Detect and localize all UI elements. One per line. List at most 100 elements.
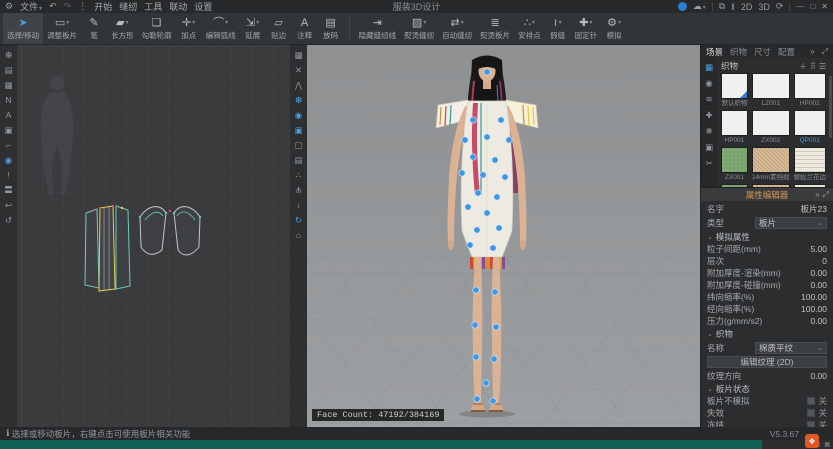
viewport-tool-icon[interactable]: ⌂ [292, 229, 305, 241]
window-control-button[interactable]: — [796, 2, 804, 11]
viewport-tool-icon[interactable]: ✕ [292, 64, 305, 76]
library-category-icon[interactable]: ✂ [703, 157, 716, 169]
viewport-tool-icon[interactable]: ∴ [292, 169, 305, 181]
property-value[interactable]: 100.00 [801, 304, 827, 314]
right-panel-tab[interactable]: 织物 [730, 46, 747, 58]
right-panel-tab[interactable]: 场景 [706, 46, 723, 58]
undo-icon[interactable]: ↶ [49, 1, 57, 12]
fabric-item[interactable]: 蜈蚣兰花边 [794, 147, 827, 182]
expand-icon[interactable]: ⤢ [822, 47, 828, 57]
window-control-button[interactable]: □ [810, 2, 815, 11]
toolbar-tool[interactable]: ▤▾ 放码 [318, 13, 344, 44]
right-panel-tab[interactable]: 配置 [778, 46, 795, 58]
toolbar-tool[interactable]: ⚙▾ 模拟 [601, 13, 627, 44]
pattern-tool-icon[interactable]: ↺ [2, 214, 15, 226]
pattern-2d-canvas[interactable] [0, 45, 290, 427]
menu-item[interactable]: 缝纫 [119, 0, 137, 13]
collapse-icon[interactable]: » [815, 190, 819, 200]
viewport-tool-icon[interactable]: ❆ [292, 94, 305, 106]
viewport-tool-icon[interactable]: ▦ [292, 49, 305, 61]
toolbar-tool[interactable]: ⇲▾ 延展 [240, 13, 266, 44]
edit-texture-button[interactable]: 编辑纹理 (2D) [707, 356, 827, 368]
library-category-icon[interactable]: ≋ [703, 93, 716, 105]
section-piece-state[interactable]: ⌄ 板片状态 [707, 382, 827, 395]
viewport-3d[interactable]: ▦ ✕ ⋀ ❆ ◉ ▣ ▢ ▤ ∴ ⋔ ↓ ↻ ⌂ Face Count: 47… [290, 45, 700, 427]
fabric-thumbnail[interactable] [721, 73, 748, 99]
fabric-thumbnail[interactable] [794, 73, 827, 99]
menu-file[interactable]: 文件▾ [20, 0, 42, 13]
fabric-thumbnail[interactable] [794, 110, 827, 136]
view-toggle-icon[interactable]: ‖ [731, 2, 735, 12]
cloud-sync-icon[interactable]: ☁▾ [693, 1, 706, 12]
menu-item[interactable]: 联动 [169, 0, 187, 13]
redo-icon[interactable]: ↷ [64, 1, 72, 12]
fabric-item[interactable]: HP002 [794, 73, 827, 108]
type-select[interactable]: 板片 ⌄ [755, 217, 827, 229]
pattern-tool-icon[interactable]: ↩ [2, 199, 15, 211]
library-category-icon[interactable]: ✚ [703, 109, 716, 121]
viewport-tool-icon[interactable]: ↓ [292, 199, 305, 211]
toolbar-tool[interactable]: ⌒▾ 编辑弧线 [202, 13, 240, 44]
fabric-item[interactable]: QP001 [794, 110, 827, 145]
property-value[interactable]: 0.00 [810, 316, 827, 326]
fabric-thumbnail[interactable] [752, 73, 790, 99]
user-avatar[interactable] [678, 2, 687, 11]
viewport-tool-icon[interactable]: ⋔ [292, 184, 305, 196]
viewport-tool-icon[interactable]: ▢ [292, 139, 305, 151]
toolbar-tool[interactable]: ✎▾ 笔 [81, 13, 107, 44]
expand-icon[interactable]: ⤢ [823, 190, 829, 200]
property-value[interactable]: 100.00 [801, 292, 827, 302]
toolbar-tool[interactable]: ▭▾ 调整板片 [43, 13, 81, 44]
viewport-tool-icon[interactable]: ▣ [292, 124, 305, 136]
property-value[interactable]: 0.00 [810, 280, 827, 290]
pattern-tool-icon[interactable]: N [2, 94, 15, 106]
property-value[interactable]: 5.00 [810, 244, 827, 254]
toolbar-tool[interactable]: A▾ 注释 [292, 13, 318, 44]
library-category-icon[interactable]: ❋ [703, 125, 716, 137]
viewport-tool-icon[interactable]: ⋀ [292, 79, 305, 91]
library-scrollbar[interactable] [829, 76, 832, 138]
pattern-2d-panel[interactable]: ❆ ▤ ▦ N A ▣ ⌐ ◉ ! 〓 ↩ ↺ [0, 45, 290, 427]
fabric-thumbnail[interactable] [752, 147, 790, 173]
menu-item[interactable]: 工具 [144, 0, 162, 13]
add-fabric-icon[interactable]: ＋ [799, 61, 807, 72]
property-value[interactable]: 0.00 [810, 268, 827, 278]
toolbar-tool[interactable]: ∴▾ 安排点 [514, 13, 545, 44]
pattern-piece-sleeves[interactable] [139, 207, 201, 255]
menu-item[interactable]: 开始 [94, 0, 112, 13]
toolbar-tool[interactable]: ≀▾ 假缝 [545, 13, 571, 44]
view-toggle-icon[interactable]: ⧉ [719, 1, 725, 12]
fabric-item[interactable]: ZX001 [721, 147, 748, 182]
view-toggle-icon[interactable]: 2D [741, 2, 753, 12]
pattern-tool-icon[interactable]: ⌐ [2, 139, 15, 151]
fabric-thumbnail[interactable] [752, 110, 790, 136]
collapse-icon[interactable]: » [810, 47, 814, 56]
pattern-tool-icon[interactable]: A [2, 109, 15, 121]
library-category-icon[interactable]: ◉ [703, 77, 716, 89]
more-menu-icon[interactable]: ⋮ [78, 1, 87, 12]
viewport-tool-icon[interactable]: ▤ [292, 154, 305, 166]
fabric-item[interactable]: 14mm素绉缎 [752, 147, 790, 182]
toolbar-tool[interactable]: ▱▾ 贴边 [266, 13, 292, 44]
pattern-piece-bodice[interactable] [85, 205, 130, 291]
pattern-tool-icon[interactable]: 〓 [2, 184, 15, 196]
window-control-button[interactable]: ✕ [821, 2, 828, 11]
tray-icon[interactable]: ▦ [824, 441, 830, 448]
menu-item[interactable]: 设置 [194, 0, 212, 13]
grid-view-icon[interactable]: ⠿ [810, 62, 816, 71]
view-toggle-icon[interactable]: 3D [758, 2, 770, 12]
viewport-tool-icon[interactable]: ↻ [292, 214, 305, 226]
fabric-item[interactable]: LZ001 [752, 73, 790, 108]
pattern-tool-icon[interactable]: ▦ [2, 79, 15, 91]
list-view-icon[interactable]: ☰ [819, 62, 826, 71]
fabric-select[interactable]: 棉质平纹 ⌄ [755, 342, 827, 354]
pattern-tool-icon[interactable]: ◉ [2, 154, 15, 166]
toolbar-tool[interactable]: ➤▾ 选择/移动 [3, 13, 43, 44]
fabric-thumbnail[interactable] [721, 147, 748, 173]
toolbar-tool[interactable]: ▾ [349, 18, 350, 39]
toolbar-tool[interactable]: ▰▾ 长方形 [107, 13, 138, 44]
fabric-item[interactable]: ZX002 [752, 110, 790, 145]
toolbar-tool[interactable]: ▨▾ 熨烫缝纫 [400, 13, 438, 44]
section-simulation[interactable]: ⌄ 模拟属性 [707, 230, 827, 243]
view-toggle-icon[interactable]: ⟳ [776, 1, 784, 12]
